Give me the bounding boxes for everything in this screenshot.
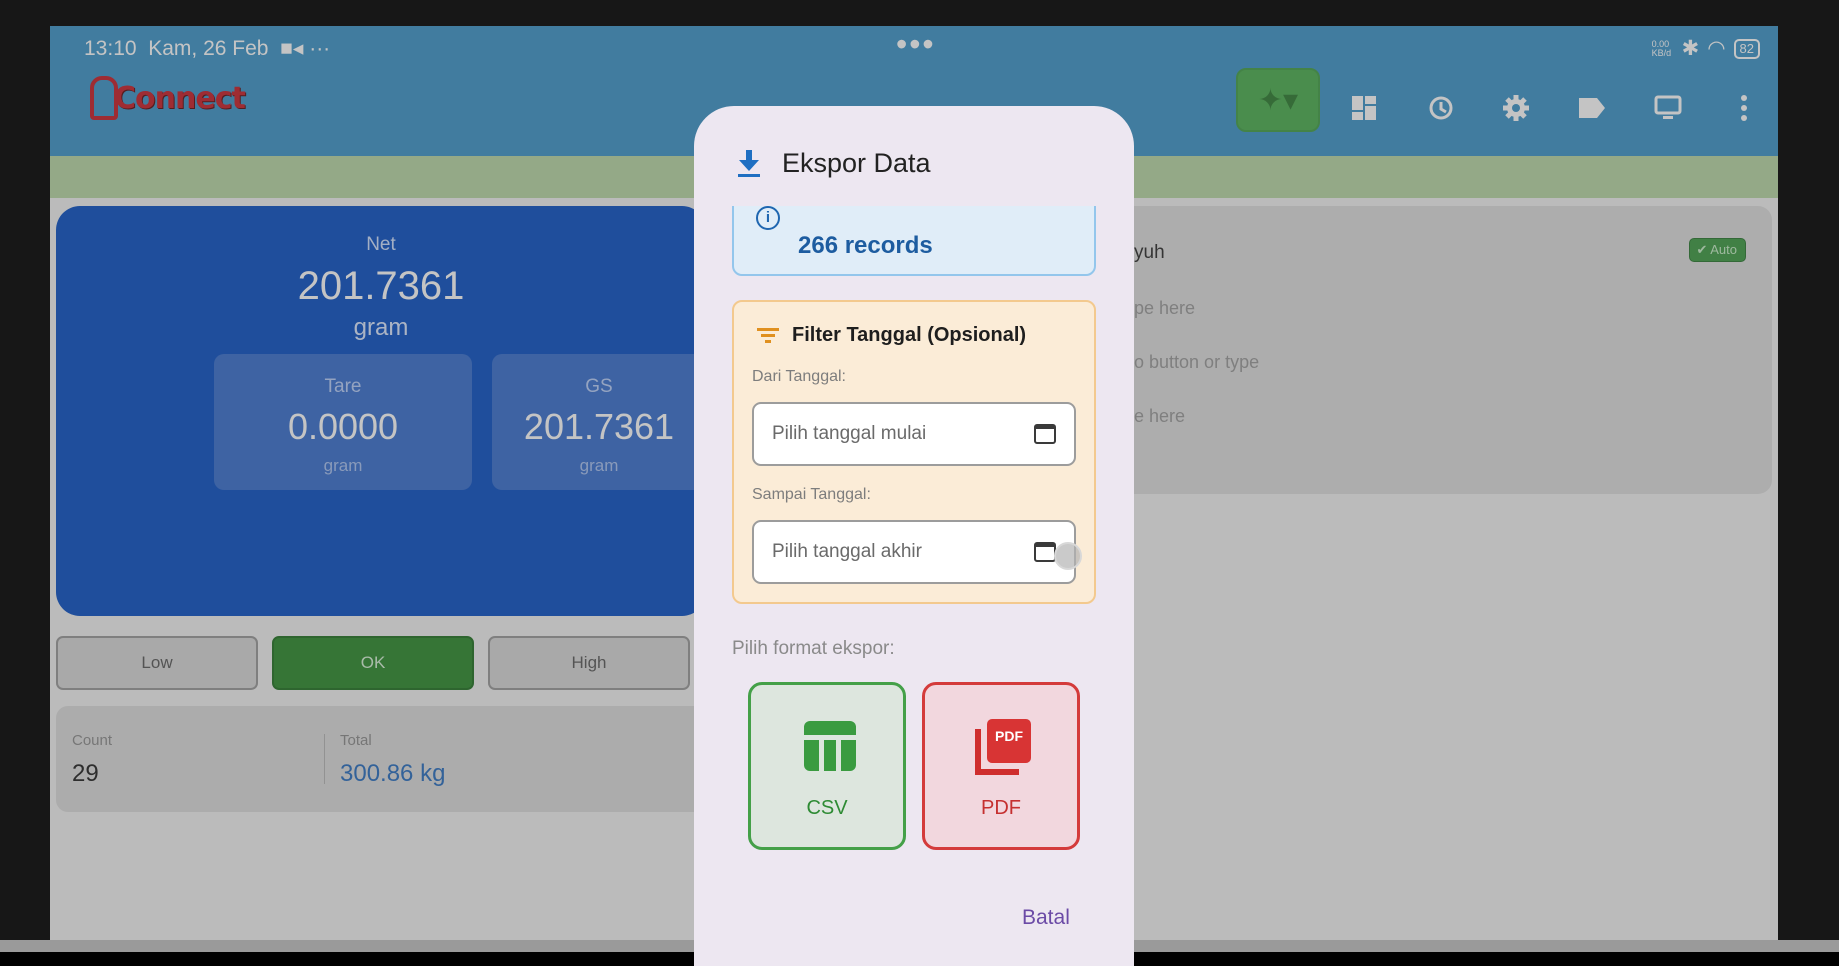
pdf-export-button[interactable]: PDF PDF — [922, 682, 1080, 850]
records-count: 266 records — [798, 232, 933, 259]
pdf-label: PDF — [981, 797, 1021, 819]
calendar-icon[interactable] — [1034, 424, 1056, 444]
to-date-placeholder: Pilih tanggal akhir — [772, 541, 922, 562]
cancel-button[interactable]: Batal — [1022, 906, 1070, 930]
touch-indicator — [1054, 542, 1082, 570]
pdf-icon-text: PDF — [987, 719, 1031, 763]
info-icon: i — [756, 206, 780, 230]
filter-icon — [757, 328, 779, 343]
records-info-box: i 266 records — [732, 206, 1096, 276]
from-date-label: Dari Tanggal: — [752, 368, 846, 385]
filter-title: Filter Tanggal (Opsional) — [792, 324, 1027, 346]
to-date-label: Sampai Tanggal: — [752, 486, 871, 503]
calendar-icon[interactable] — [1034, 542, 1056, 562]
dialog-header: Ekspor Data — [694, 106, 1134, 206]
to-date-field[interactable]: Pilih tanggal akhir — [752, 520, 1082, 584]
dialog-scroll-area[interactable]: i 266 records Filter Tanggal (Opsional) … — [694, 206, 1134, 906]
format-label: Pilih format ekspor: — [732, 638, 895, 659]
dialog-title: Ekspor Data — [782, 148, 931, 178]
from-date-field[interactable]: Pilih tanggal mulai — [752, 402, 1076, 466]
download-icon — [738, 150, 760, 177]
table-icon — [804, 721, 856, 771]
date-filter-box: Filter Tanggal (Opsional) Dari Tanggal: … — [732, 300, 1096, 604]
csv-label: CSV — [806, 797, 848, 819]
export-dialog: Ekspor Data i 266 records Filter Tanggal… — [694, 106, 1134, 966]
csv-export-button[interactable]: CSV — [748, 682, 906, 850]
pdf-icon: PDF — [975, 719, 1031, 775]
from-date-placeholder: Pilih tanggal mulai — [772, 423, 927, 444]
